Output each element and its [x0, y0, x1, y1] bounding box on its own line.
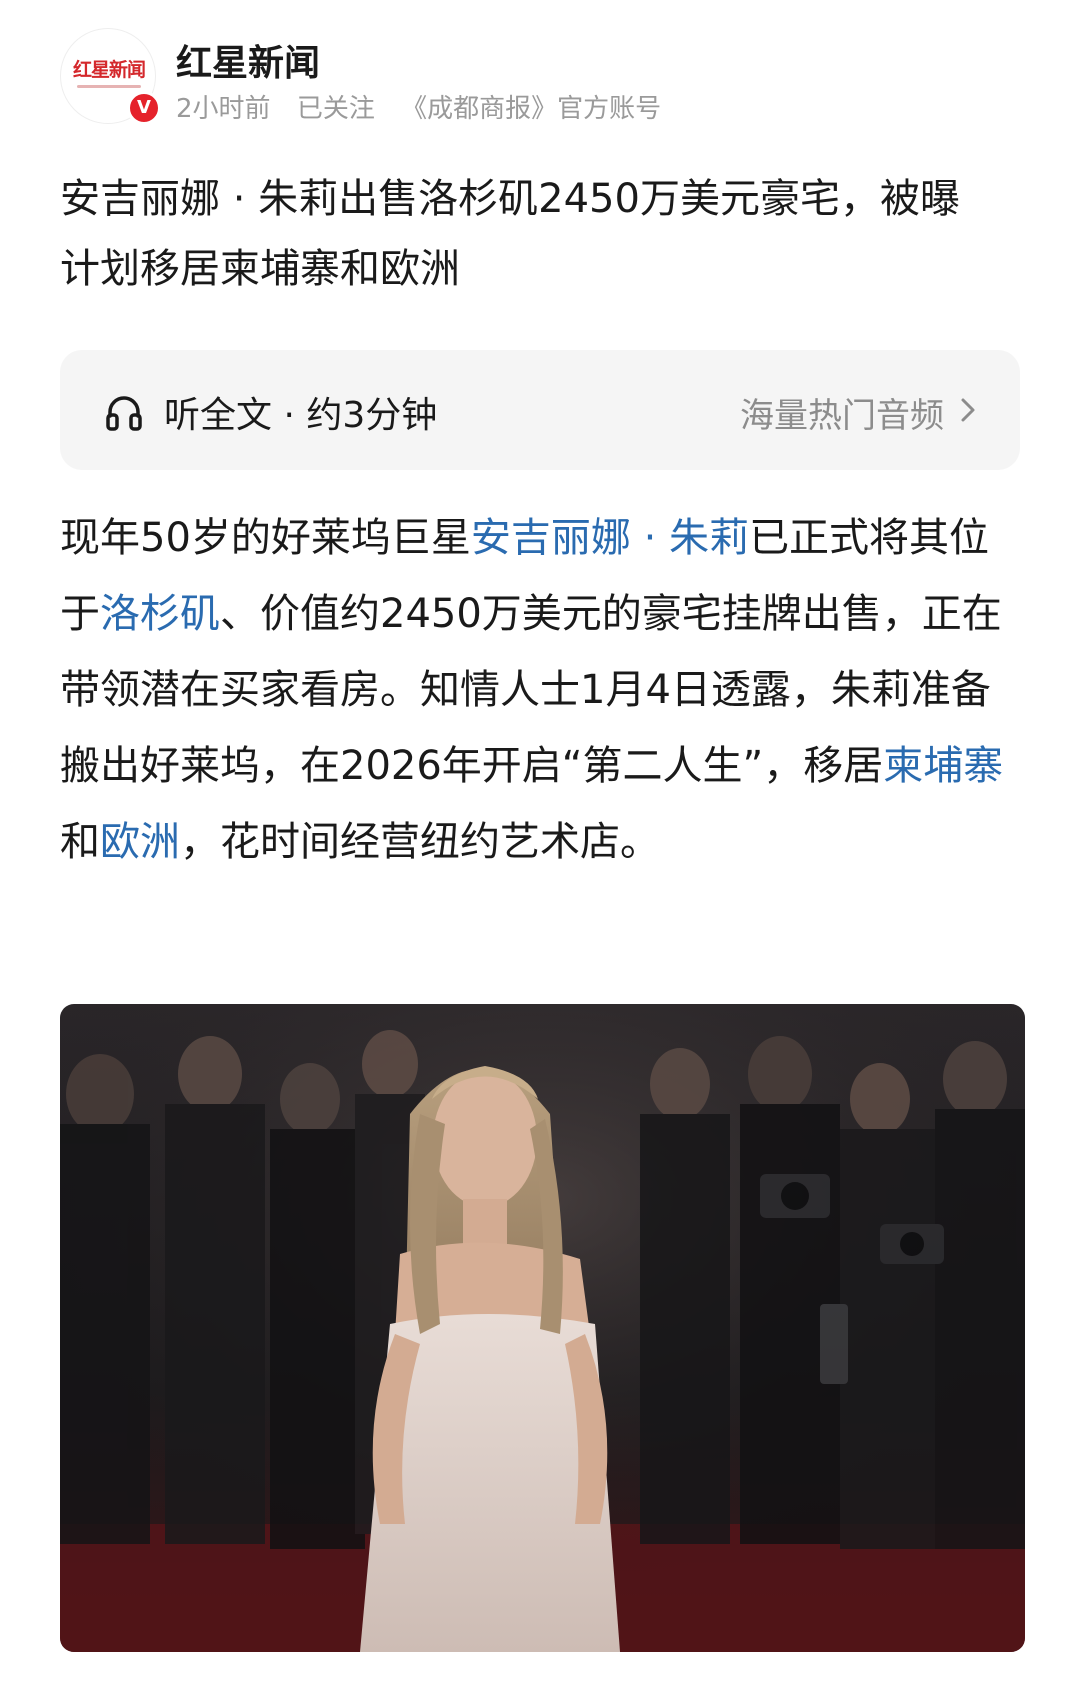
red-carpet-photo-illustration [60, 1004, 1025, 1652]
body-text-segment: ，花时间经营纽约艺术店。 [180, 819, 660, 865]
avatar-logo-underline [77, 85, 141, 88]
article-meta: 2小时前 已关注 《成都商报》官方账号 [176, 88, 679, 125]
article-header: 红星新闻 V 红星新闻 2小时前 已关注 《成都商报》官方账号 [60, 28, 1020, 128]
source-name[interactable]: 红星新闻 [176, 34, 320, 86]
account-description: 《成都商报》官方账号 [401, 94, 662, 124]
verified-badge: V [127, 91, 161, 125]
avatar-logo: 红星新闻 [72, 59, 146, 81]
listen-full-text-label: 听全文 · 约3分钟 [164, 395, 438, 436]
follow-status[interactable]: 已关注 [297, 94, 375, 124]
popular-audio-link[interactable]: 海量热门音频 [740, 388, 944, 437]
body-text-segment: 和 [60, 819, 100, 865]
article-photo[interactable] [60, 1004, 1025, 1652]
article-body-paragraph: 现年50岁的好莱坞巨星安吉丽娜 · 朱莉已正式将其位于洛杉矶、价值约2450万美… [60, 500, 1020, 880]
avatar[interactable]: 红星新闻 V [60, 28, 161, 125]
body-text-segment: 现年50岁的好莱坞巨星 [60, 515, 471, 561]
link-cambodia[interactable]: 柬埔寨 [883, 743, 1003, 789]
time-ago: 2小时前 [176, 94, 271, 124]
link-europe[interactable]: 欧洲 [100, 819, 180, 865]
link-los-angeles[interactable]: 洛杉矶 [100, 591, 220, 637]
article-page: 红星新闻 V 红星新闻 2小时前 已关注 《成都商报》官方账号 安吉丽娜 · 朱… [0, 0, 1080, 1684]
listen-full-text-bar[interactable]: 听全文 · 约3分钟 海量热门音频 [60, 350, 1020, 470]
headphone-icon [106, 396, 142, 431]
chevron-right-icon [961, 398, 975, 422]
link-angelina-jolie[interactable]: 安吉丽娜 · 朱莉 [471, 515, 749, 561]
article-headline: 安吉丽娜 · 朱莉出售洛杉矶2450万美元豪宅，被曝计划移居柬埔寨和欧洲 [60, 176, 960, 292]
